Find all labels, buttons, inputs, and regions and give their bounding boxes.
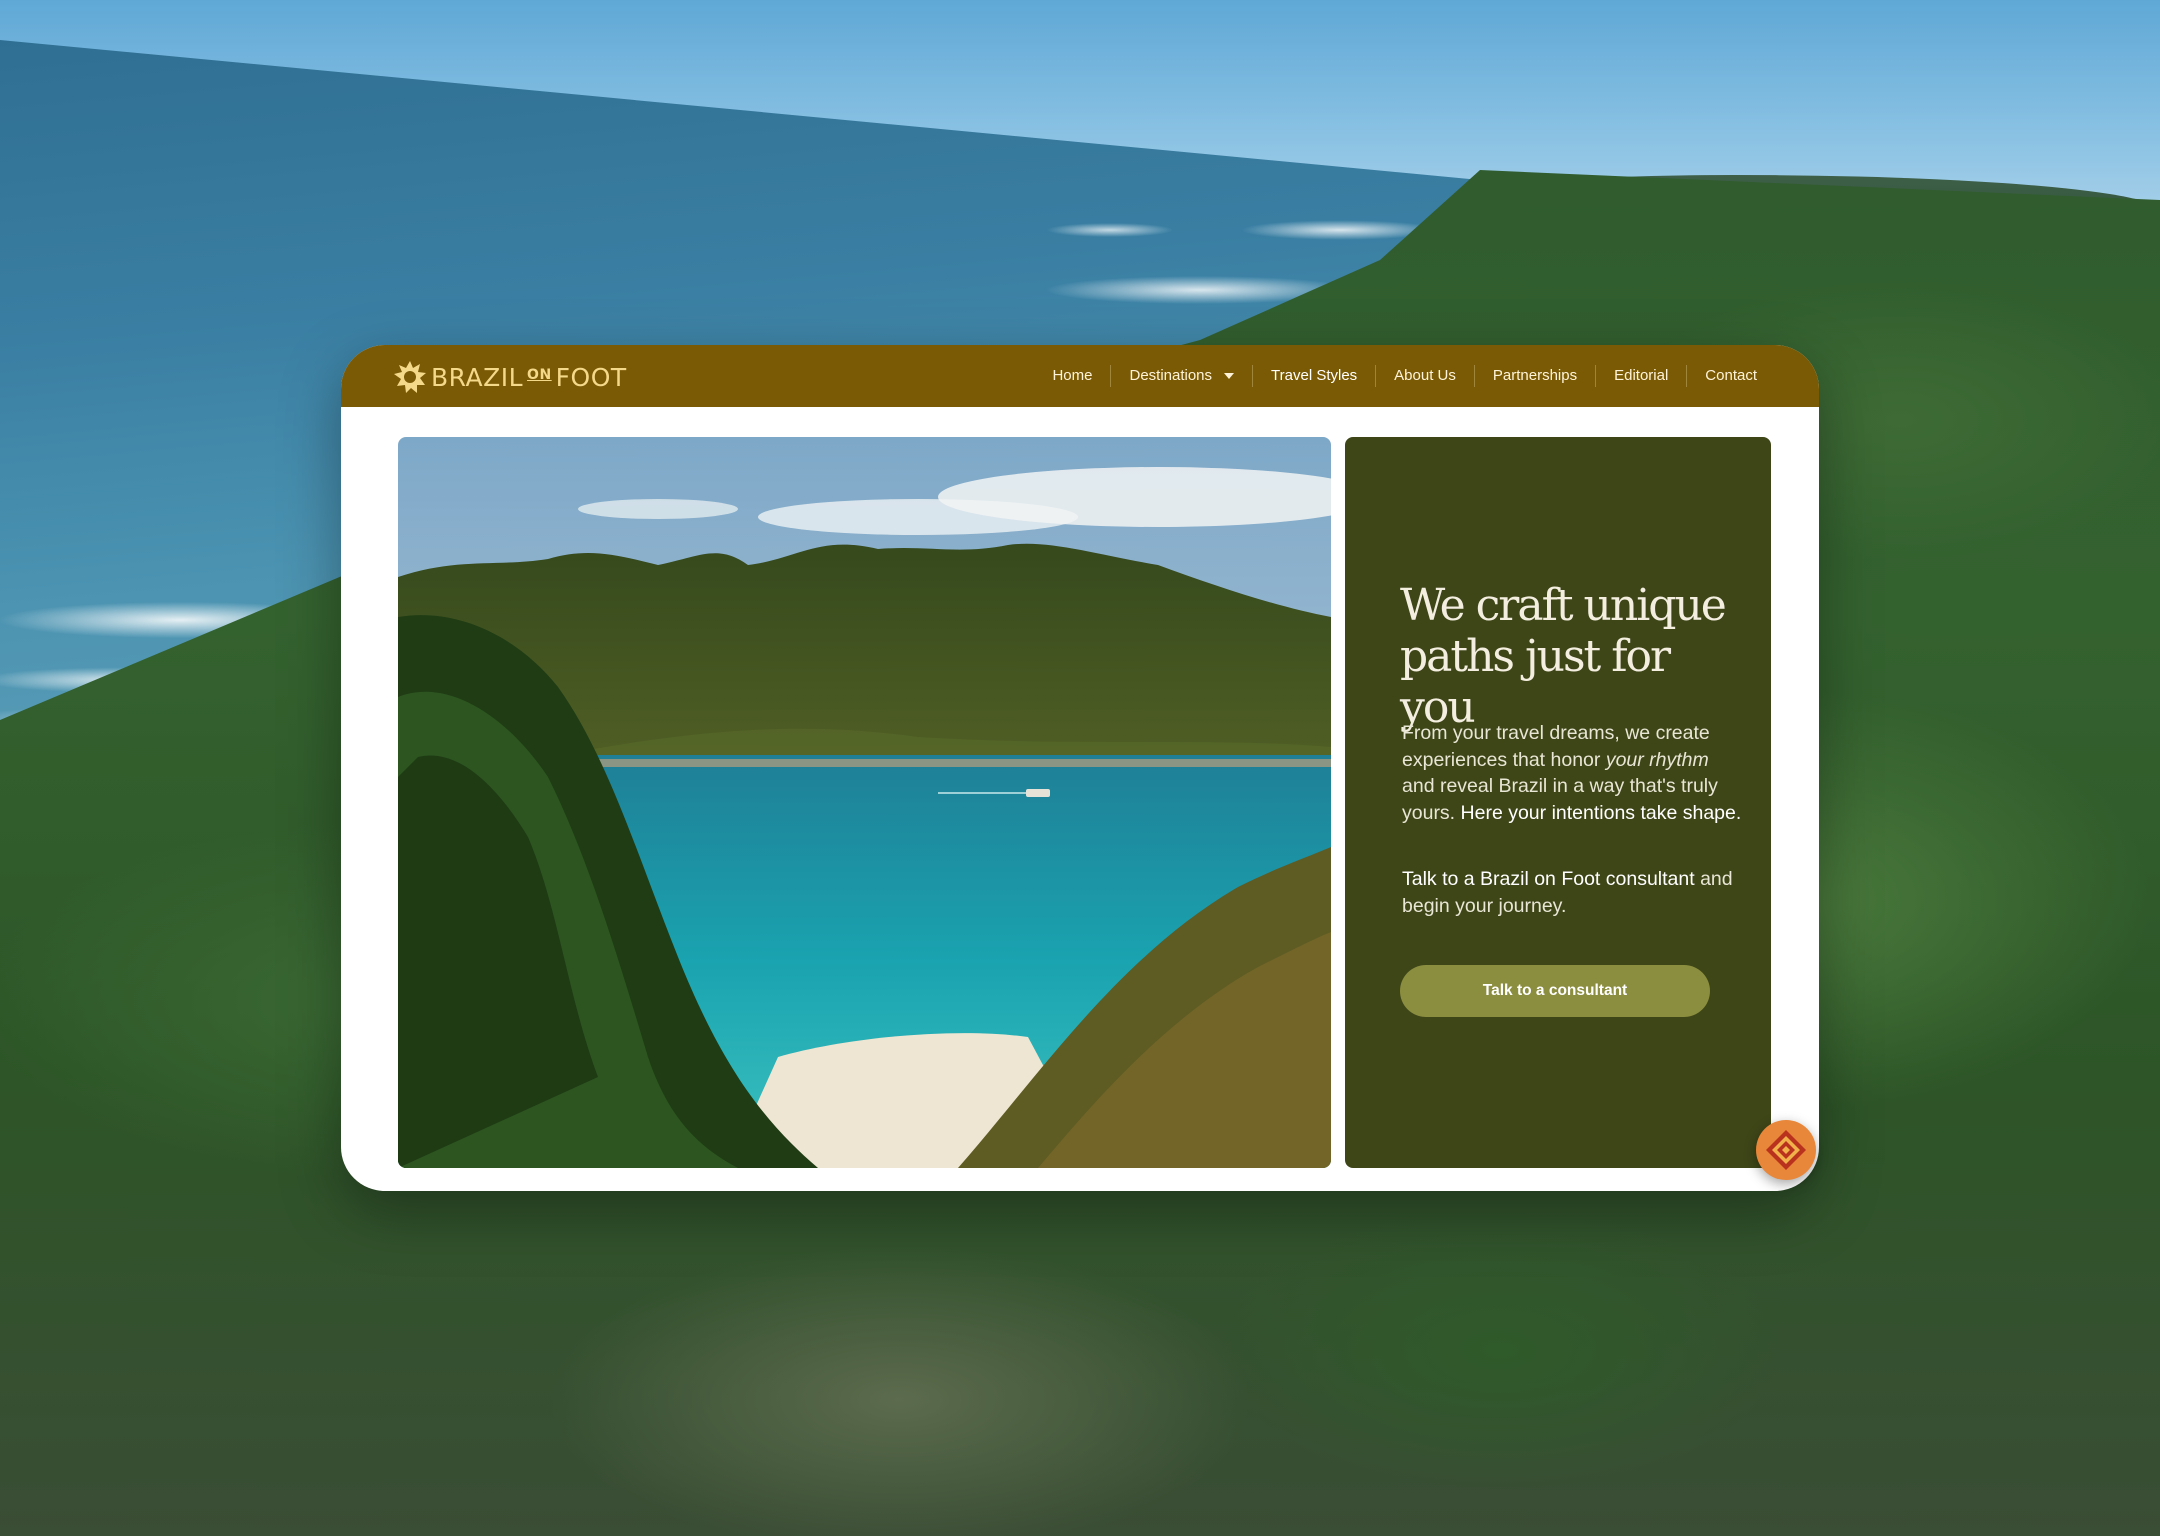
panel-body-text: From your travel dreams, we create exper… xyxy=(1402,720,1742,826)
hero-landscape-image xyxy=(398,437,1331,1168)
secondary-highlight: Talk to a Brazil on Foot consultant xyxy=(1402,868,1695,890)
body-emphasis: your rhythm xyxy=(1605,748,1709,771)
logo-word-brazil: BRAZIL xyxy=(431,362,524,392)
hero-photo xyxy=(398,437,1331,1168)
brand-logo[interactable]: BRAZIL ON FOOT xyxy=(393,361,627,393)
brand-emblem-icon xyxy=(1766,1130,1806,1170)
panel-headline: We craft unique paths just for you xyxy=(1400,580,1727,733)
floating-badge-button[interactable] xyxy=(1756,1120,1816,1180)
talk-to-consultant-button[interactable]: Talk to a consultant xyxy=(1400,965,1710,1017)
logo-word-foot: FOOT xyxy=(555,362,627,392)
logo-sun-icon xyxy=(394,361,426,393)
nav-item-destinations[interactable]: Destinations xyxy=(1110,365,1252,387)
nav-item-editorial[interactable]: Editorial xyxy=(1595,365,1686,387)
body-highlight: Here your intentions take shape. xyxy=(1460,801,1742,824)
nav-menu: Home Destinations Travel Styles About Us… xyxy=(1034,345,1775,407)
nav-item-contact[interactable]: Contact xyxy=(1686,365,1775,387)
nav-item-destinations-label: Destinations xyxy=(1129,367,1213,384)
browser-card: BRAZIL ON FOOT Home Destinations Travel … xyxy=(341,345,1819,1191)
logo-word-on: ON xyxy=(527,367,552,383)
intro-panel: We craft unique paths just for you From … xyxy=(1345,437,1771,1168)
nav-item-partnerships[interactable]: Partnerships xyxy=(1473,365,1595,387)
chevron-down-icon xyxy=(1224,373,1235,379)
nav-item-home[interactable]: Home xyxy=(1034,365,1110,387)
top-navigation: BRAZIL ON FOOT Home Destinations Travel … xyxy=(341,345,1819,407)
logo-wordmark: BRAZIL ON FOOT xyxy=(431,363,627,392)
nav-item-about-us[interactable]: About Us xyxy=(1375,365,1474,387)
panel-secondary-text: Talk to a Brazil on Foot consultant and … xyxy=(1402,866,1742,919)
nav-item-travel-styles[interactable]: Travel Styles xyxy=(1252,365,1375,387)
